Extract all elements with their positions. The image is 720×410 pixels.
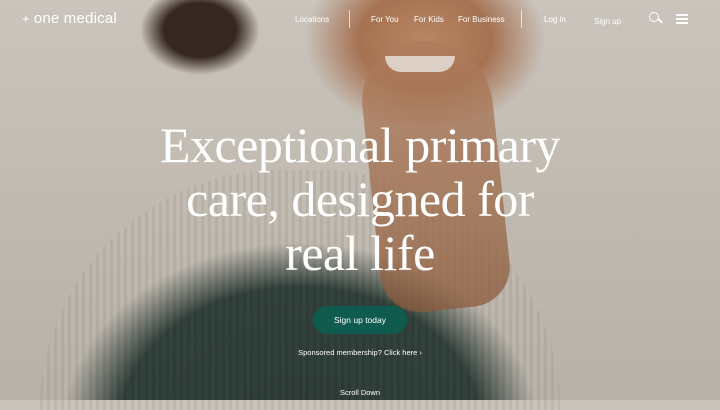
nav-locations[interactable]: Locations <box>295 15 329 24</box>
headline-line-1: Exceptional primary <box>159 117 561 173</box>
one-medical-logo[interactable]: + one medical <box>22 10 117 27</box>
nav-for-business[interactable]: For Business <box>458 15 505 24</box>
search-icon[interactable] <box>648 11 664 27</box>
hero-headline: Exceptional primary care, designed for r… <box>0 118 720 280</box>
menu-icon[interactable] <box>675 11 691 27</box>
site-header: + one medical Locations For You For Kids… <box>0 0 720 40</box>
scroll-down-link[interactable]: Scroll Down <box>0 388 720 397</box>
sign-up-today-button[interactable]: Sign up today <box>313 306 407 334</box>
logo-text: one medical <box>33 10 117 27</box>
headline-line-2: care, designed for <box>186 171 534 227</box>
sign-up-link[interactable]: Sign up <box>594 17 621 26</box>
log-in-link[interactable]: Log in <box>544 15 566 24</box>
nav-divider <box>349 10 350 28</box>
sponsored-membership-link[interactable]: Sponsored membership? Click here › <box>0 348 720 357</box>
nav-divider <box>521 10 522 28</box>
nav-for-you[interactable]: For You <box>371 15 399 24</box>
logo-plus-icon: + <box>22 11 30 26</box>
nav-for-kids[interactable]: For Kids <box>414 15 444 24</box>
headline-line-3: real life <box>285 225 435 281</box>
